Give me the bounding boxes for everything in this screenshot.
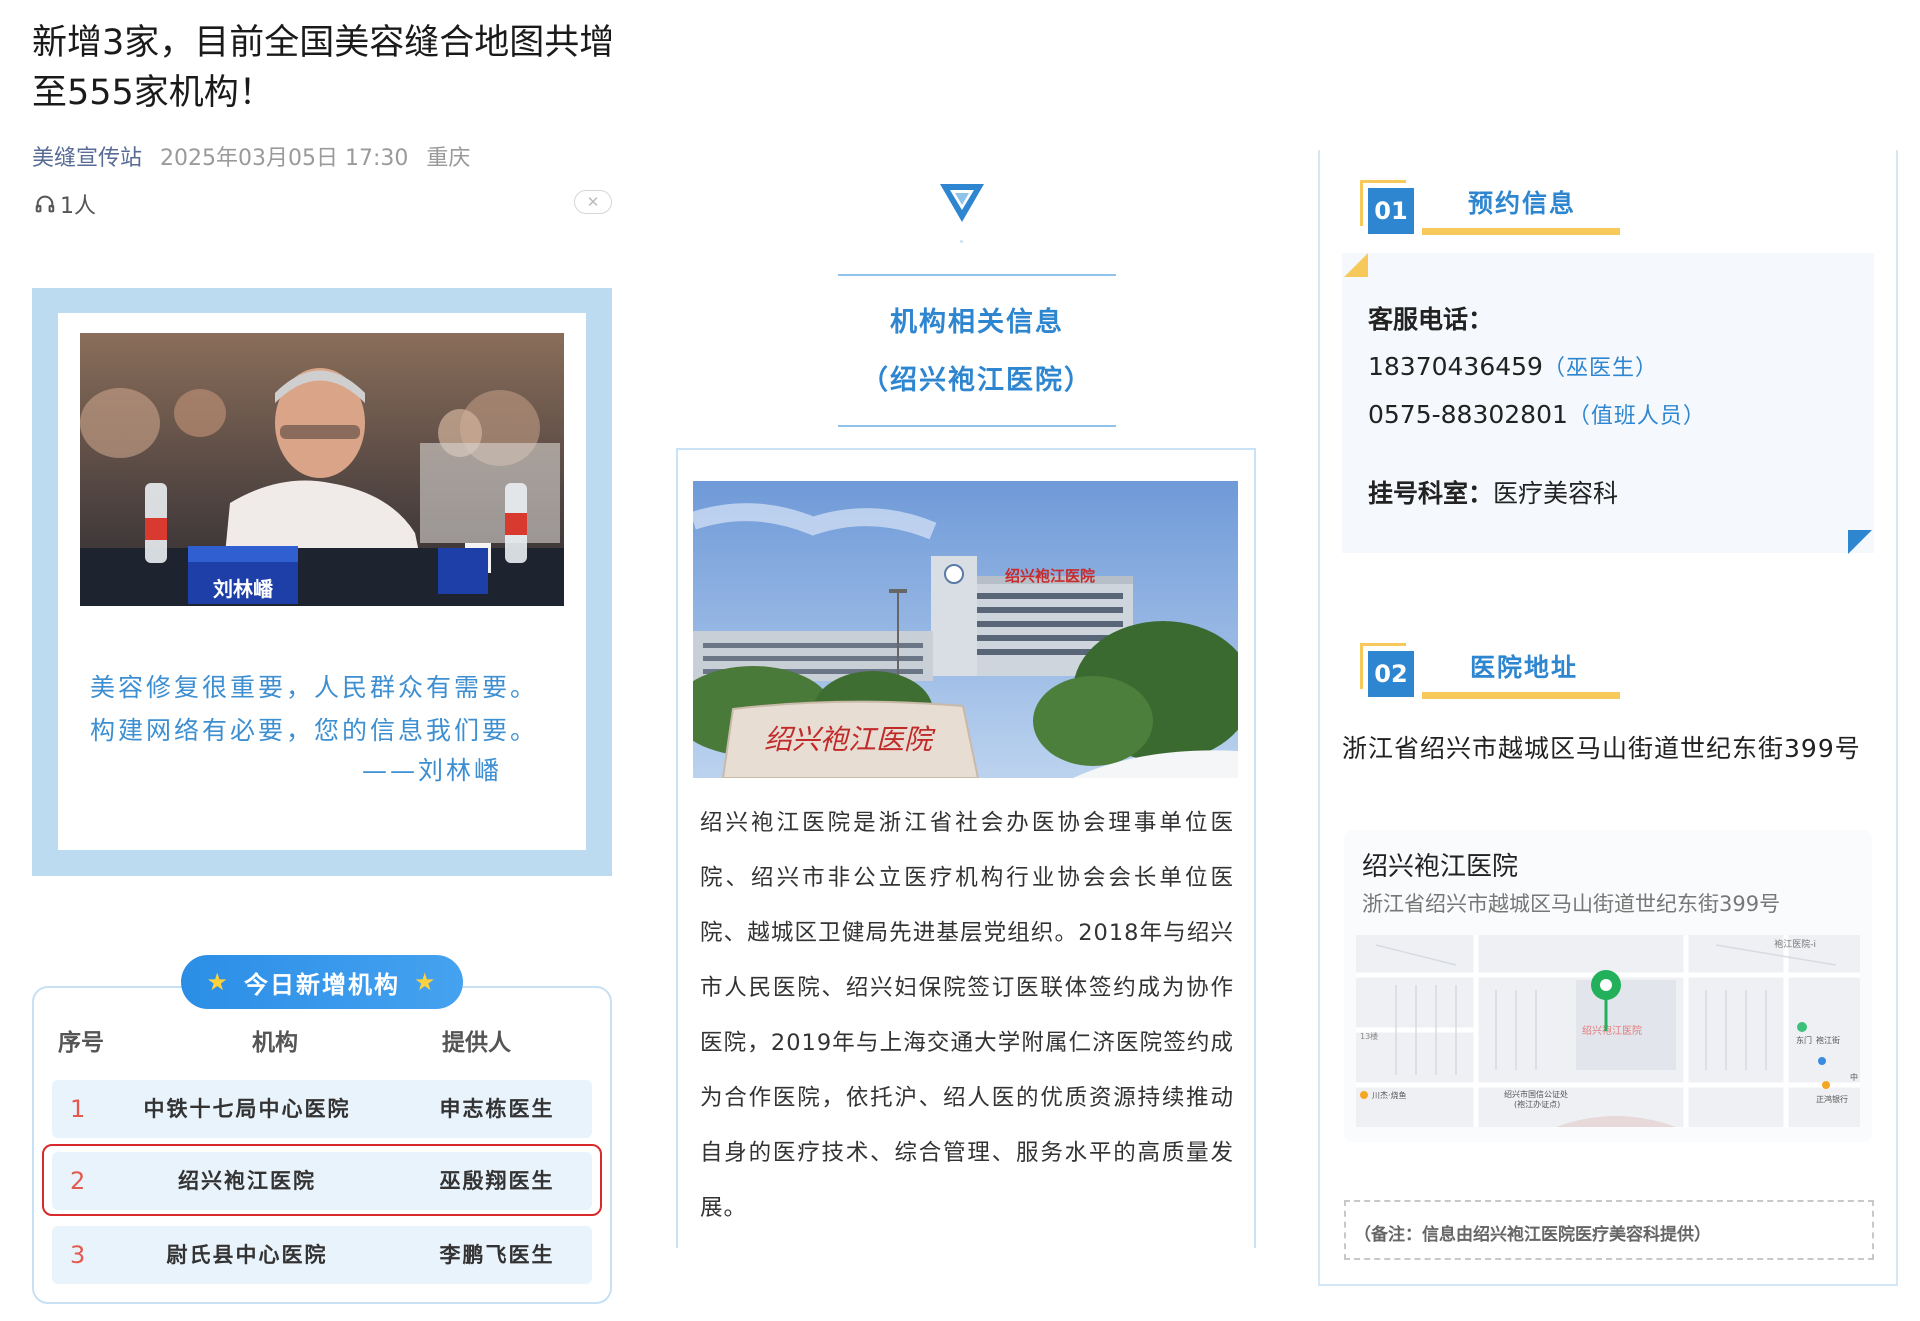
corner-triangle-icon <box>1344 253 1368 277</box>
phone-number-1[interactable]: 18370436459 <box>1368 352 1543 381</box>
institution-description: 绍兴袍江医院是浙江省社会办医协会理事单位医院、绍兴市非公立医疗机构行业协会会长单… <box>700 810 1234 1221</box>
row-org: 尉氏县中心医院 <box>166 1243 328 1267</box>
speaker-photo: 刘林嶓 <box>80 333 564 606</box>
card-border-left <box>1318 150 1320 1285</box>
institution-info-subtitle: （绍兴袍江医院） <box>861 365 1093 396</box>
row-org: 中铁十七局中心医院 <box>143 1097 351 1121</box>
map-label: 袍江医院-i <box>1774 938 1816 950</box>
section-number-01: 01 <box>1368 188 1414 234</box>
map-view[interactable]: 袍江医院-i 绍兴袍江医院 13楼 东门 袍江街 川杰·烧鱼 绍兴市国信公证处 … <box>1356 935 1860 1127</box>
table-row: 3 尉氏县中心医院 李鹏飞医生 <box>52 1226 592 1284</box>
section-number-02: 02 <box>1368 651 1414 697</box>
phone-line-1: 18370436459（巫医生） <box>1368 350 1658 382</box>
corner-triangle-icon <box>1848 530 1872 554</box>
star-icon: ★ <box>414 968 438 996</box>
stone-sign: 绍兴袍江医院 <box>764 723 936 756</box>
article-source-link[interactable]: 美缝宣传站 <box>32 146 142 171</box>
new-institutions-label: 今日新增机构 <box>244 970 400 999</box>
quote-line-2: 构建网络有必要，您的信息我们要。 <box>90 716 539 745</box>
divider-bottom <box>838 425 1116 427</box>
table-row: 1 中铁十七局中心医院 申志栋医生 <box>52 1080 592 1138</box>
card-border-top <box>676 448 1256 450</box>
appointment-title: 预约信息 <box>1468 189 1577 218</box>
col-header-num: 序号 <box>58 1030 104 1056</box>
row-highlight <box>42 1144 602 1216</box>
card-border-left <box>676 450 678 1248</box>
col-header-org: 机构 <box>252 1030 298 1056</box>
section-underline <box>1422 692 1620 699</box>
close-icon[interactable]: ✕ <box>574 190 612 214</box>
row-num: 3 <box>70 1241 86 1269</box>
row-num: 1 <box>70 1095 86 1123</box>
phone-note-1: （巫医生） <box>1542 356 1658 381</box>
listen-count[interactable]: 1人 <box>34 188 96 220</box>
phone-label: 客服电话： <box>1368 305 1494 334</box>
headphones-icon <box>35 195 55 213</box>
article-location: 重庆 <box>426 146 471 171</box>
card-border-bottom <box>1318 1284 1898 1286</box>
quote-attribution: ——刘林嶓 <box>362 756 503 785</box>
divider-top <box>838 274 1116 276</box>
map-label: (袍江办证点) <box>1514 1099 1560 1109</box>
map-label: 绍兴袍江医院 <box>1582 1024 1642 1037</box>
row-provider: 李鹏飞医生 <box>439 1243 555 1267</box>
listen-count-text: 1人 <box>60 194 96 219</box>
card-border-right <box>1896 150 1898 1286</box>
hospital-address: 浙江省绍兴市越城区马山街道世纪东街399号 <box>1342 734 1861 763</box>
article-title: 新增3家，目前全国美容缝合地图共增至555家机构！ <box>32 23 615 113</box>
department-label: 挂号科室： <box>1368 479 1494 508</box>
star-icon: ★ <box>206 968 230 996</box>
map-label: 绍兴市国信公证处 <box>1504 1089 1568 1099</box>
map-label: 川杰·烧鱼 <box>1372 1090 1407 1100</box>
map-label: 东门 <box>1796 1035 1812 1045</box>
map-place-address: 浙江省绍兴市越城区马山街道世纪东街399号 <box>1362 892 1781 916</box>
divider-dot <box>960 240 963 243</box>
col-header-provider: 提供人 <box>442 1030 511 1056</box>
article-datetime: 2025年03月05日 17:30 <box>160 146 409 171</box>
footnote-text: （备注：信息由绍兴袍江医院医疗美容科提供） <box>1354 1225 1711 1245</box>
map-label: 中 <box>1850 1072 1858 1082</box>
building-sign: 绍兴袍江医院 <box>1005 567 1095 585</box>
new-institutions-pill: ★ 今日新增机构 ★ <box>181 955 463 1009</box>
name-badge: 刘林嶓 <box>213 577 274 601</box>
section-underline <box>1422 228 1620 235</box>
map-place-name[interactable]: 绍兴袍江医院 <box>1362 846 1518 883</box>
quote-line-1: 美容修复很重要，人民群众有需要。 <box>90 673 539 702</box>
triangle-down-icon <box>940 184 984 222</box>
article-meta: 美缝宣传站 2025年03月05日 17:30 重庆 <box>32 140 470 172</box>
department-line: 挂号科室：医疗美容科 <box>1368 474 1618 510</box>
address-title: 医院地址 <box>1470 653 1579 682</box>
map-label: 13楼 <box>1360 1031 1378 1041</box>
phone-number-2[interactable]: 0575-88302801 <box>1368 400 1568 429</box>
hospital-photo: 绍兴袍江医院 绍兴袍江医院 <box>693 481 1238 778</box>
department-value: 医疗美容科 <box>1493 479 1619 508</box>
phone-line-2: 0575-88302801（值班人员） <box>1368 398 1706 430</box>
card-border-right <box>1254 450 1256 1248</box>
map-label: 正鸿银行 <box>1816 1094 1848 1104</box>
row-provider: 申志栋医生 <box>439 1097 555 1121</box>
map-label: 袍江街 <box>1816 1035 1840 1045</box>
institution-info-title: 机构相关信息 <box>890 307 1064 338</box>
phone-note-2: （值班人员） <box>1567 404 1706 429</box>
